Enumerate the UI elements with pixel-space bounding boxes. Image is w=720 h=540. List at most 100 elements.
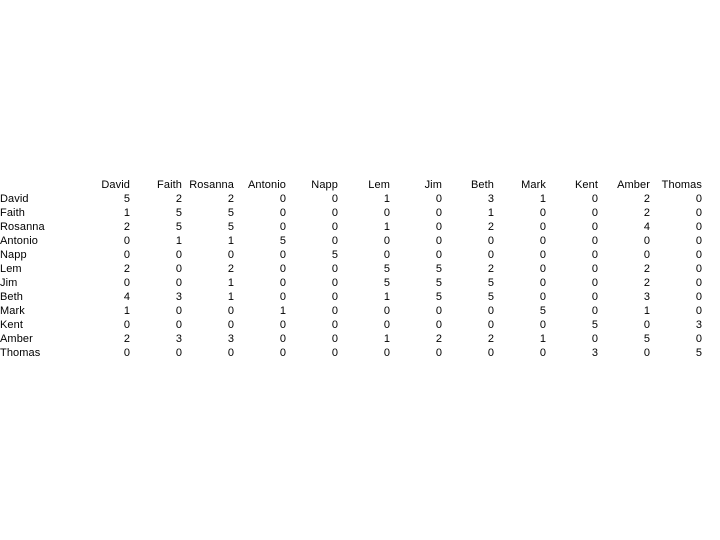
matrix-cell-0-7: 3 — [487, 193, 494, 205]
matrix-cell-1-0: 1 — [123, 207, 130, 219]
matrix-cell-6-1: 0 — [175, 277, 182, 289]
matrix-cell-11-9: 3 — [591, 347, 598, 359]
matrix-cell-5-7: 2 — [487, 263, 494, 275]
matrix-cell-4-6: 0 — [435, 249, 442, 261]
matrix-cell-4-0: 0 — [123, 249, 130, 261]
matrix-cell-3-10: 0 — [643, 235, 650, 247]
row-header-3: Antonio — [0, 235, 39, 247]
table-row: Mark 1 0 0 1 0 0 0 0 5 0 1 0 — [0, 304, 702, 318]
column-header-1: Faith — [157, 179, 182, 191]
row-header-0: David — [0, 193, 29, 205]
matrix-cell-0-4: 0 — [331, 193, 338, 205]
matrix-cell-10-6: 2 — [435, 333, 442, 345]
row-header-1: Faith — [0, 207, 25, 219]
matrix-cell-4-1: 0 — [175, 249, 182, 261]
matrix-cell-9-4: 0 — [331, 319, 338, 331]
matrix-cell-1-8: 0 — [539, 207, 546, 219]
matrix-table: David Faith Rosanna Antonio Napp Lem Jim… — [0, 178, 702, 360]
matrix-cell-7-2: 1 — [227, 291, 234, 303]
row-header-10: Amber — [0, 333, 33, 345]
matrix-cell-11-6: 0 — [435, 347, 442, 359]
matrix-cell-9-5: 0 — [383, 319, 390, 331]
matrix-cell-3-4: 0 — [331, 235, 338, 247]
matrix-cell-10-5: 1 — [383, 333, 390, 345]
matrix-cell-6-5: 5 — [383, 277, 390, 289]
table-row: Napp 0 0 0 0 5 0 0 0 0 0 0 0 — [0, 248, 702, 262]
slide-canvas: David Faith Rosanna Antonio Napp Lem Jim… — [0, 0, 720, 540]
matrix-cell-2-0: 2 — [123, 221, 130, 233]
row-header-5: Lem — [0, 263, 22, 275]
matrix-cell-0-8: 1 — [539, 193, 546, 205]
matrix-cell-6-4: 0 — [331, 277, 338, 289]
matrix-cell-0-2: 2 — [227, 193, 234, 205]
matrix-cell-1-4: 0 — [331, 207, 338, 219]
matrix-cell-1-10: 2 — [643, 207, 650, 219]
matrix-header-row: David Faith Rosanna Antonio Napp Lem Jim… — [0, 178, 702, 192]
matrix-cell-2-3: 0 — [279, 221, 286, 233]
matrix-cell-8-2: 0 — [227, 305, 234, 317]
matrix-cell-2-2: 5 — [227, 221, 234, 233]
matrix-cell-2-4: 0 — [331, 221, 338, 233]
matrix-cell-11-5: 0 — [383, 347, 390, 359]
matrix-cell-5-5: 5 — [383, 263, 390, 275]
matrix-cell-8-6: 0 — [435, 305, 442, 317]
matrix-cell-2-10: 4 — [643, 221, 650, 233]
column-header-5: Lem — [368, 179, 390, 191]
matrix-header: David Faith Rosanna Antonio Napp Lem Jim… — [0, 178, 702, 192]
row-header-6: Jim — [0, 277, 18, 289]
matrix-cell-6-8: 0 — [539, 277, 546, 289]
matrix-cell-5-9: 0 — [591, 263, 598, 275]
matrix-cell-10-1: 3 — [175, 333, 182, 345]
matrix-cell-7-7: 5 — [487, 291, 494, 303]
matrix-cell-8-5: 0 — [383, 305, 390, 317]
matrix-cell-8-7: 0 — [487, 305, 494, 317]
matrix-body: David 5 2 2 0 0 1 0 3 1 0 2 0 Faith 1 5 5 0 0 0 0 1 0 0 2 0 Rosann… — [0, 192, 702, 360]
matrix-cell-5-11: 0 — [695, 263, 702, 275]
matrix-cell-4-2: 0 — [227, 249, 234, 261]
column-header-3: Antonio — [247, 179, 286, 191]
column-header-2: Rosanna — [189, 179, 234, 191]
matrix-cell-3-11: 0 — [695, 235, 702, 247]
matrix-cell-8-9: 0 — [591, 305, 598, 317]
matrix-cell-0-5: 1 — [383, 193, 390, 205]
matrix-cell-6-2: 1 — [227, 277, 234, 289]
matrix-cell-11-11: 5 — [695, 347, 702, 359]
matrix-cell-5-4: 0 — [331, 263, 338, 275]
matrix-cell-9-6: 0 — [435, 319, 442, 331]
matrix-cell-5-2: 2 — [227, 263, 234, 275]
matrix-cell-1-1: 5 — [175, 207, 182, 219]
matrix-cell-0-3: 0 — [279, 193, 286, 205]
row-header-11: Thomas — [0, 347, 41, 359]
matrix-cell-9-9: 5 — [591, 319, 598, 331]
matrix-cell-10-10: 5 — [643, 333, 650, 345]
table-row: Kent 0 0 0 0 0 0 0 0 0 5 0 3 — [0, 318, 702, 332]
matrix-cell-3-1: 1 — [175, 235, 182, 247]
matrix-cell-7-0: 4 — [123, 291, 130, 303]
matrix-cell-8-10: 1 — [643, 305, 650, 317]
matrix-cell-8-3: 1 — [279, 305, 286, 317]
matrix-cell-8-4: 0 — [331, 305, 338, 317]
table-row: Amber 2 3 3 0 0 1 2 2 1 0 5 0 — [0, 332, 702, 346]
matrix-cell-1-7: 1 — [487, 207, 494, 219]
matrix-cell-9-11: 3 — [695, 319, 702, 331]
matrix-cell-5-0: 2 — [123, 263, 130, 275]
matrix-cell-1-11: 0 — [695, 207, 702, 219]
matrix-cell-6-6: 5 — [435, 277, 442, 289]
matrix-cell-4-11: 0 — [695, 249, 702, 261]
column-header-8: Mark — [521, 179, 546, 191]
matrix-cell-2-7: 2 — [487, 221, 494, 233]
table-row: David 5 2 2 0 0 1 0 3 1 0 2 0 — [0, 192, 702, 206]
matrix-cell-4-5: 0 — [383, 249, 390, 261]
matrix-cell-8-0: 1 — [123, 305, 130, 317]
matrix-cell-9-8: 0 — [539, 319, 546, 331]
matrix-cell-4-9: 0 — [591, 249, 598, 261]
matrix-cell-11-10: 0 — [643, 347, 650, 359]
matrix-cell-9-1: 0 — [175, 319, 182, 331]
column-header-7: Beth — [470, 179, 494, 191]
table-row: Jim 0 0 1 0 0 5 5 5 0 0 2 0 — [0, 276, 702, 290]
table-row: Beth 4 3 1 0 0 1 5 5 0 0 3 0 — [0, 290, 702, 304]
matrix-cell-0-10: 2 — [643, 193, 650, 205]
matrix-cell-5-6: 5 — [435, 263, 442, 275]
matrix-cell-2-9: 0 — [591, 221, 598, 233]
matrix-cell-5-3: 0 — [279, 263, 286, 275]
